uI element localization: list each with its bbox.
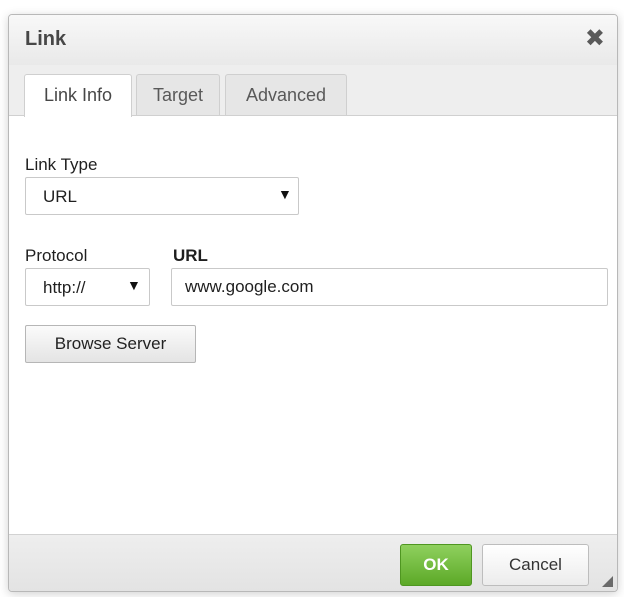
tab-advanced[interactable]: Advanced <box>225 74 347 115</box>
protocol-select[interactable]: http:// ▼ <box>25 268 150 306</box>
link-type-value: URL <box>43 187 78 206</box>
protocol-label: Protocol <box>25 246 88 265</box>
link-type-label: Link Type <box>25 155 98 174</box>
cancel-button[interactable]: Cancel <box>482 544 589 586</box>
chevron-down-icon: ▼ <box>127 277 141 293</box>
chevron-down-icon: ▼ <box>278 186 292 202</box>
tab-link-info[interactable]: Link Info <box>24 74 132 117</box>
close-icon[interactable]: ✖ <box>585 25 605 53</box>
link-dialog: Link ✖ Link Info Target Advanced Link Ty… <box>8 14 618 592</box>
tab-target[interactable]: Target <box>136 74 220 115</box>
dialog-title: Link <box>25 28 67 50</box>
url-label: URL <box>173 246 208 265</box>
protocol-value: http:// <box>43 278 86 297</box>
resize-grip-icon[interactable] <box>602 576 613 587</box>
dialog-footer: OK Cancel <box>9 534 617 591</box>
dialog-titlebar[interactable]: Link ✖ <box>9 15 617 66</box>
ok-button[interactable]: OK <box>400 544 472 586</box>
browse-server-button[interactable]: Browse Server <box>25 325 196 363</box>
link-type-select[interactable]: URL ▼ <box>25 177 299 215</box>
tab-bar: Link Info Target Advanced <box>9 65 617 117</box>
url-input[interactable]: www.google.com <box>171 268 608 306</box>
